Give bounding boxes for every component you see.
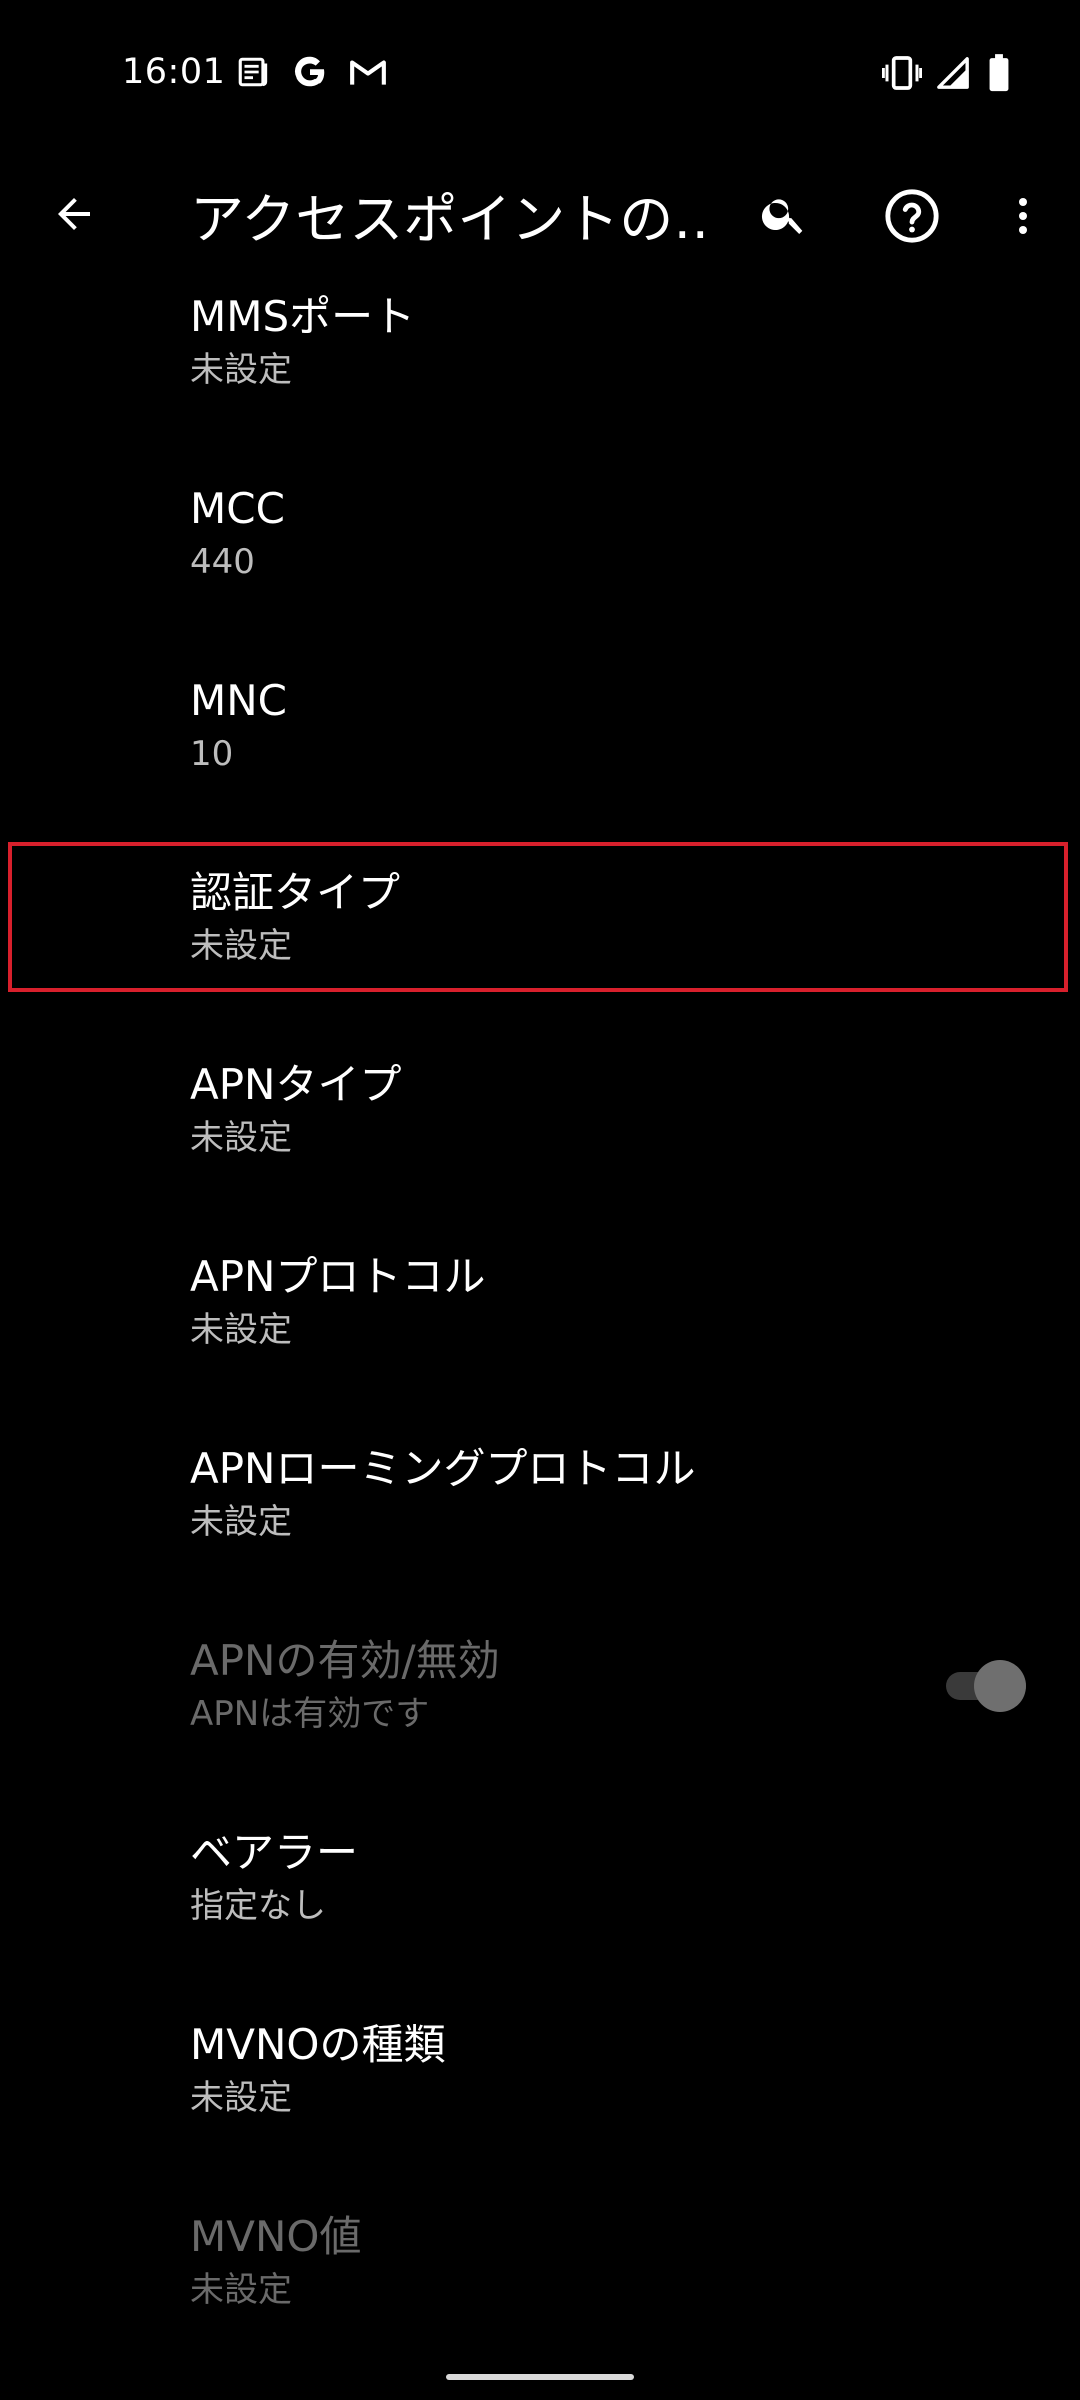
pref-apn-protocol[interactable]: APNプロトコル 未設定	[0, 1230, 1080, 1422]
pref-title: MVNO値	[190, 2212, 362, 2261]
pref-title: APNタイプ	[190, 1060, 402, 1109]
more-options-button[interactable]	[988, 178, 1058, 258]
pref-title: MMSポート	[190, 292, 416, 341]
pref-apn-type[interactable]: APNタイプ 未設定	[0, 1038, 1080, 1230]
pref-title: ベアラー	[190, 1828, 359, 1877]
help-icon	[883, 187, 941, 249]
pref-summary: 未設定	[190, 1118, 292, 1158]
page-title: アクセスポイントの…	[190, 188, 710, 251]
pref-summary: 10	[190, 734, 234, 774]
pref-summary: 440	[190, 542, 255, 582]
status-bar: 16:01	[0, 0, 1080, 144]
more-vert-icon	[999, 192, 1047, 244]
pref-title: APNの有効/無効	[190, 1636, 500, 1685]
search-icon	[759, 189, 809, 243]
highlight-box	[8, 842, 1068, 992]
pref-mvno-type[interactable]: MVNOの種類 未設定	[0, 1998, 1080, 2190]
pref-title: APNプロトコル	[190, 1252, 486, 1301]
back-button[interactable]	[36, 178, 112, 254]
pref-summary: 未設定	[190, 1310, 292, 1350]
pref-summary: 未設定	[190, 2270, 292, 2310]
pref-mms-port[interactable]: MMSポート 未設定	[0, 270, 1080, 462]
arrow-back-icon	[50, 190, 98, 242]
pref-title: MVNOの種類	[190, 2020, 446, 2069]
pref-title: APNローミングプロトコル	[190, 1444, 696, 1493]
help-button[interactable]	[872, 178, 952, 258]
pref-title: MNC	[190, 676, 287, 725]
google-icon	[291, 53, 329, 95]
search-button[interactable]	[746, 178, 822, 254]
pref-mvno-value: MVNO値 未設定	[0, 2190, 1080, 2382]
vibrate-icon	[881, 56, 923, 94]
status-time: 16:01	[122, 52, 226, 92]
apn-enable-toggle	[944, 1660, 1028, 1712]
battery-icon	[988, 54, 1010, 96]
pref-summary: APNは有効です	[190, 1694, 430, 1734]
pref-summary: 指定なし	[190, 1886, 326, 1926]
pref-summary: 未設定	[190, 1502, 292, 1542]
pref-bearer[interactable]: ベアラー 指定なし	[0, 1806, 1080, 1998]
pref-apn-enable: APNの有効/無効 APNは有効です	[0, 1614, 1080, 1806]
pref-apn-roaming-protocol[interactable]: APNローミングプロトコル 未設定	[0, 1422, 1080, 1614]
gmail-icon	[349, 56, 387, 92]
pref-summary: 未設定	[190, 2078, 292, 2118]
toggle-thumb	[974, 1660, 1026, 1712]
gesture-nav-handle[interactable]	[446, 2374, 634, 2380]
news-icon	[236, 55, 270, 93]
signal-icon	[936, 56, 970, 94]
pref-mnc[interactable]: MNC 10	[0, 654, 1080, 846]
pref-mcc[interactable]: MCC 440	[0, 462, 1080, 654]
pref-summary: 未設定	[190, 350, 292, 390]
pref-title: MCC	[190, 484, 285, 533]
